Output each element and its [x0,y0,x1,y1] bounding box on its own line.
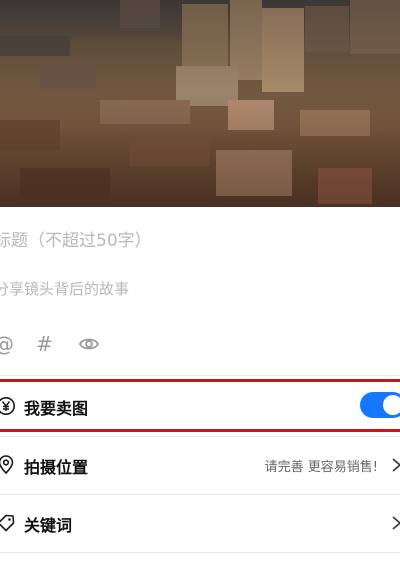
chevron-right-icon [390,513,400,533]
story-input[interactable] [0,276,384,302]
location-pin-icon [0,455,16,475]
divider [0,552,400,553]
keywords-row[interactable]: 关键词 [0,500,400,546]
chevron-right-icon [390,455,400,475]
eye-icon[interactable] [78,333,100,360]
divider [0,494,400,495]
location-row[interactable]: 拍摄位置 请完善 更容易销售! [0,442,400,488]
divider [0,375,400,376]
location-hint: 请完善 更容易销售! [264,460,378,475]
at-icon[interactable]: @ [0,332,14,356]
divider [0,436,400,437]
photo-preview[interactable] [0,0,400,207]
hashtag-icon[interactable]: # [36,332,53,356]
highlight-box [0,379,400,432]
keywords-label: 关键词 [24,516,73,535]
location-label: 拍摄位置 [24,458,89,477]
tag-icon [0,513,16,533]
title-input[interactable] [0,226,384,256]
